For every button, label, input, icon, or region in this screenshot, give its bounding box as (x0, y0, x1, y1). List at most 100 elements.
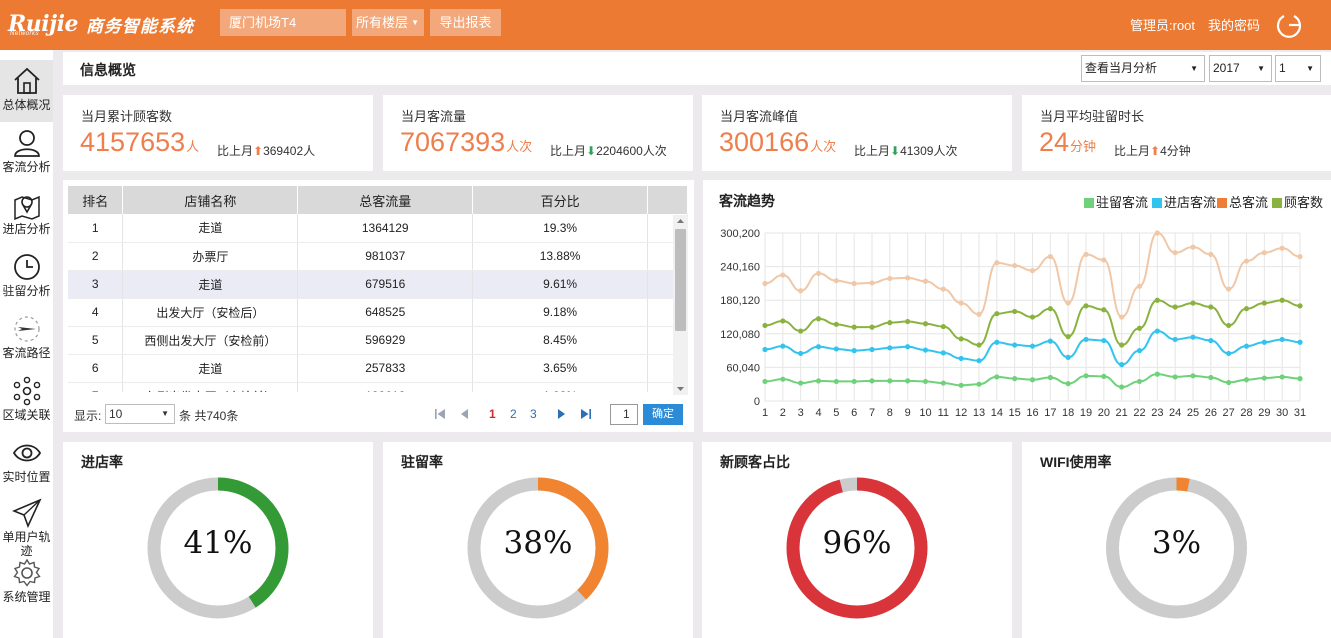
rate-percent: 38% (503, 525, 573, 561)
data-point-total (1172, 250, 1178, 256)
sidebar-item-dwell[interactable]: 驻留分析 (0, 246, 53, 308)
sidebar-item-path[interactable]: 客流路径 (0, 308, 53, 370)
app-title: 商务智能系统 (85, 16, 194, 36)
kpi-number: 7067393 (400, 127, 506, 157)
kpi-compare-value: 4分钟 (1160, 144, 1191, 158)
data-point-total (1261, 250, 1267, 256)
data-point-enter (1154, 328, 1160, 334)
ranking-table-scroll[interactable]: 排名 店铺名称 总客流量 百分比 1 走道 1364129 19.3% 2 办票… (68, 186, 688, 392)
cell-percent: 3.65% (472, 354, 649, 383)
data-point-total (1101, 257, 1107, 263)
cell-traffic: 596929 (297, 326, 474, 355)
table-row[interactable]: 5 西侧出发大厅（安检前） 596929 8.45% (68, 326, 688, 355)
data-point-stay (1243, 377, 1250, 383)
page-size-select[interactable]: 10 ▼ (105, 404, 175, 424)
sidebar-item-label: 区域关联 (2, 408, 51, 422)
column-header-percent[interactable]: 百分比 (472, 186, 649, 214)
cell-traffic: 679516 (297, 270, 474, 299)
page-2-link[interactable]: 2 (510, 407, 517, 421)
table-scrollbar[interactable] (673, 215, 688, 395)
next-page-icon[interactable] (555, 408, 567, 420)
x-tick-label: 7 (869, 407, 875, 419)
my-password-link[interactable]: 我的密码 (1208, 15, 1260, 34)
sidebar-item-single-track[interactable]: 单用户轨迹 (0, 494, 53, 558)
data-point-enter (1047, 338, 1053, 344)
x-tick-label: 5 (833, 407, 839, 419)
table-row[interactable]: 7 东侧出发大厅（安检前） 138618 1.93% (68, 382, 688, 392)
kpi-number: 24 (1039, 127, 1070, 157)
goto-page-input[interactable]: 1 (610, 404, 638, 425)
table-row[interactable]: 1 走道 1364129 19.3% (68, 214, 688, 243)
y-tick-label: 60,040 (726, 362, 760, 374)
kpi-compare-prefix: 比上月 (217, 144, 254, 158)
page-3-link[interactable]: 3 (530, 407, 537, 421)
sidebar-item-overview[interactable]: 总体概况 (0, 60, 53, 122)
kpi-value: 7067393人次 (400, 127, 532, 158)
table-pager: 显示: 10 ▼ 条 共740条 1 2 3 1 确定 (66, 400, 688, 426)
data-point-enter (1012, 342, 1018, 348)
export-report-button[interactable]: 导出报表 (430, 9, 501, 36)
chevron-down-icon: ▼ (1306, 64, 1314, 73)
scrollbar-thumb[interactable] (675, 229, 686, 331)
store-ranking-panel: 排名 店铺名称 总客流量 百分比 1 走道 1364129 19.3% 2 办票… (63, 180, 694, 432)
analysis-select[interactable]: 查看当月分析 ▼ (1081, 55, 1205, 82)
goto-confirm-button[interactable]: 确定 (643, 404, 683, 425)
data-point-total (1029, 268, 1036, 274)
data-point-stay (851, 378, 857, 385)
sidebar-item-zone[interactable]: 区域关联 (0, 370, 53, 432)
table-row-highlighted[interactable]: 3 走道 679516 9.61% (68, 270, 688, 299)
data-point-enter (958, 355, 964, 362)
last-page-icon[interactable] (580, 408, 592, 420)
page-1-link[interactable]: 1 (489, 407, 496, 421)
table-row[interactable]: 2 办票厅 981037 13.88% (68, 242, 688, 271)
sidebar-item-label: 客流路径 (2, 346, 51, 360)
x-tick-label: 4 (815, 407, 821, 419)
cell-percent: 9.61% (472, 270, 649, 299)
data-point-customers (851, 324, 857, 330)
data-point-total (940, 286, 946, 292)
data-point-stay (869, 378, 875, 384)
column-header-spacer (647, 186, 688, 214)
kpi-unit: 人 (186, 139, 200, 154)
sidebar-item-entry[interactable]: 进店分析 (0, 184, 53, 246)
data-point-total (869, 280, 875, 286)
month-select[interactable]: 1 ▼ (1275, 55, 1321, 82)
sidebar-item-system[interactable]: 系统管理 (0, 558, 53, 620)
column-header-rank[interactable]: 排名 (68, 186, 124, 214)
table-header-row: 排名 店铺名称 总客流量 百分比 (68, 186, 688, 214)
data-point-customers (1208, 304, 1214, 310)
sidebar-item-realtime[interactable]: 实时位置 (0, 432, 53, 494)
column-header-store[interactable]: 店铺名称 (122, 186, 299, 214)
data-point-enter (1208, 337, 1214, 344)
floor-select[interactable]: 所有楼层 ▼ (352, 9, 424, 36)
sidebar-item-label: 系统管理 (2, 590, 51, 604)
year-select[interactable]: 2017 ▼ (1209, 55, 1272, 82)
table-row[interactable]: 6 走道 257833 3.65% (68, 354, 688, 383)
brand-logo[interactable]: Ruijie Networks 商务智能系统 (8, 9, 194, 39)
data-point-total (1012, 262, 1018, 269)
location-selector[interactable]: 厦门机场T4 (220, 9, 346, 36)
cell-traffic: 138618 (297, 382, 474, 392)
data-point-stay (1047, 374, 1053, 381)
trend-chart[interactable]: 060,040120,080180,120240,160300,2001 2 3 4 5… (703, 180, 1331, 432)
kpi-value: 300166人次 (719, 127, 836, 158)
data-point-enter (1065, 354, 1071, 360)
data-point-stay (762, 378, 768, 385)
kpi-unit: 分钟 (1070, 139, 1097, 154)
data-point-customers (905, 318, 911, 325)
home-icon (13, 67, 40, 94)
column-header-traffic[interactable]: 总客流量 (297, 186, 474, 214)
data-point-stay (1136, 378, 1143, 385)
data-point-customers (1119, 342, 1125, 348)
data-point-enter (887, 345, 893, 351)
logout-button[interactable] (1274, 10, 1304, 40)
data-point-enter (976, 358, 982, 364)
page-title: 信息概览 (80, 62, 136, 78)
data-point-stay (1208, 374, 1214, 381)
table-row[interactable]: 4 出发大厅（安检后） 648525 9.18% (68, 298, 688, 327)
sidebar-item-traffic[interactable]: 客流分析 (0, 122, 53, 184)
first-page-icon[interactable] (434, 408, 446, 420)
data-point-total (1047, 254, 1053, 260)
prev-page-icon[interactable] (459, 408, 471, 420)
data-point-customers (1065, 334, 1071, 340)
